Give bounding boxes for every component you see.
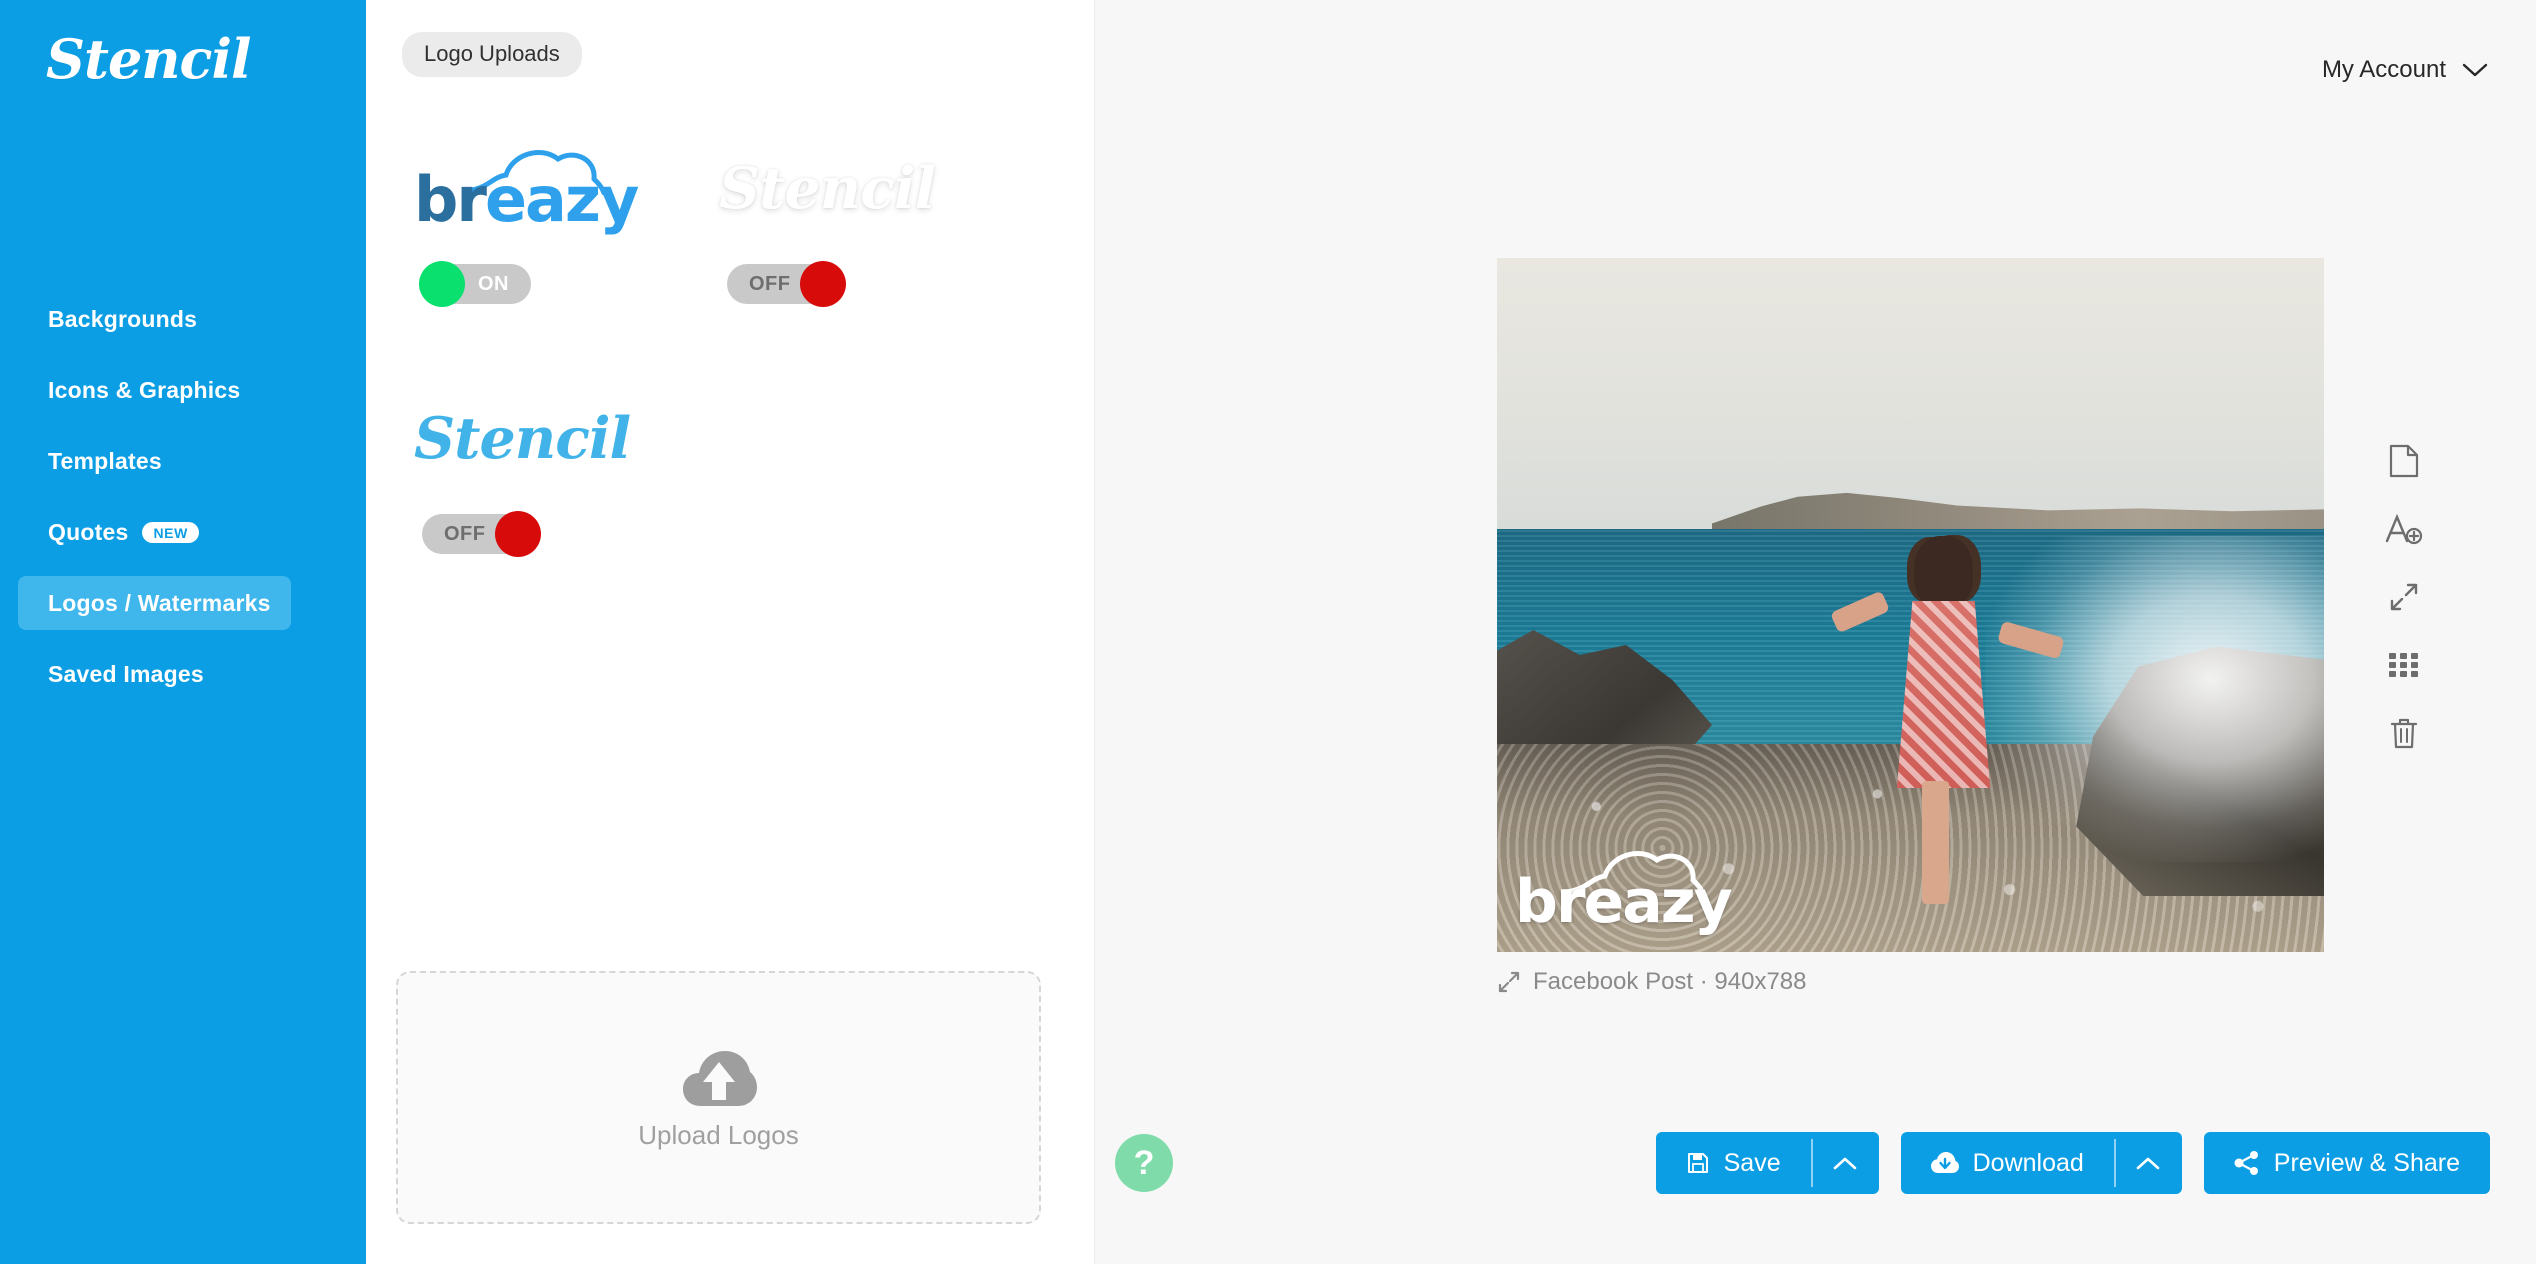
breazy-wordmark: breazy	[414, 163, 639, 236]
tool-rail	[2381, 438, 2427, 756]
floppy-icon	[1686, 1151, 1710, 1175]
toggle-state-label: OFF	[444, 523, 486, 545]
main-canvas-area: My Account breazy Facebook Post · 940x78…	[1095, 0, 2536, 1264]
sidebar-item-label: Saved Images	[48, 660, 204, 687]
upload-logos-label: Upload Logos	[638, 1119, 799, 1150]
new-badge: NEW	[142, 521, 199, 543]
my-account-label: My Account	[2321, 56, 2446, 83]
new-page-icon[interactable]	[2381, 438, 2427, 484]
logo-item-stencil-blue: Stencil OFF	[402, 378, 707, 557]
preview-share-button[interactable]: Preview & Share	[2203, 1132, 2490, 1194]
stencil-wordmark-white: Stencil	[719, 154, 936, 222]
design-canvas[interactable]: breazy	[1497, 258, 2324, 952]
photo-woman-figure	[1830, 535, 2065, 904]
logo-toggle-breazy[interactable]: ON	[419, 261, 531, 307]
logo-thumbnail-breazy[interactable]: breazy	[402, 128, 707, 248]
toggle-knob	[419, 261, 465, 307]
figure-hair	[1914, 535, 1973, 608]
action-bar: Save Download Preview & Share	[1655, 1132, 2490, 1194]
logo-toggle-stencil-white[interactable]: OFF	[727, 261, 846, 307]
app-logo[interactable]: Stencil	[0, 0, 366, 86]
save-options-caret[interactable]	[1810, 1132, 1879, 1194]
upload-logos-dropzone[interactable]: Upload Logos	[396, 971, 1041, 1224]
toggle-knob	[799, 261, 846, 307]
breazy-logo-mark: breazy	[414, 135, 644, 241]
logo-thumbnail-stencil-blue[interactable]: Stencil	[402, 378, 707, 498]
canvas-size-caption[interactable]: Facebook Post · 940x788	[1497, 968, 2324, 996]
app-root: Stencil Backgrounds Icons & Graphics Tem…	[0, 0, 2536, 1264]
photo-wave-splash	[1984, 535, 2324, 862]
sidebar-nav: Backgrounds Icons & Graphics Templates Q…	[0, 292, 366, 701]
cloud-download-icon	[1930, 1152, 1959, 1174]
logo-toggle-stencil-blue[interactable]: OFF	[422, 511, 541, 557]
sidebar: Stencil Backgrounds Icons & Graphics Tem…	[0, 0, 366, 1264]
download-button[interactable]: Download	[1900, 1132, 2114, 1194]
grid-icon[interactable]	[2381, 642, 2427, 688]
logo-thumbnail-stencil-white[interactable]: Stencil	[707, 128, 1012, 248]
sidebar-item-label: Quotes	[48, 518, 129, 545]
chevron-up-icon	[2136, 1156, 2160, 1171]
download-options-caret[interactable]	[2113, 1132, 2182, 1194]
logo-item-breazy: breazy ON	[402, 128, 707, 307]
sidebar-item-label: Templates	[48, 447, 162, 474]
canvas-wrapper: breazy Facebook Post · 940x788	[1497, 258, 2324, 996]
figure-legs	[1922, 780, 1949, 904]
photo-sky	[1497, 258, 2324, 529]
save-button-group: Save	[1655, 1132, 1879, 1194]
figure-dress	[1896, 600, 1991, 789]
help-button[interactable]: ?	[1115, 1134, 1173, 1192]
chevron-down-icon	[2462, 62, 2488, 78]
logo-row: breazy ON Stencil OFF	[402, 128, 1064, 307]
trash-icon[interactable]	[2381, 710, 2427, 756]
sidebar-item-label: Logos / Watermarks	[48, 589, 271, 616]
toggle-knob	[494, 511, 541, 557]
logo-grid: breazy ON Stencil OFF Stencil OFF	[402, 128, 1064, 557]
sidebar-item-saved-images[interactable]: Saved Images	[18, 647, 224, 701]
canvas-size-label: Facebook Post · 940x788	[1533, 968, 1807, 995]
preview-share-label: Preview & Share	[2273, 1148, 2460, 1177]
sidebar-item-label: Icons & Graphics	[48, 376, 241, 403]
save-button[interactable]: Save	[1655, 1132, 1811, 1194]
sidebar-item-templates[interactable]: Templates	[18, 434, 182, 488]
sidebar-item-label: Backgrounds	[48, 305, 198, 332]
my-account-menu[interactable]: My Account	[2322, 56, 2488, 84]
toggle-state-label: ON	[478, 273, 509, 295]
logo-row: Stencil OFF	[402, 378, 1064, 557]
toggle-state-label: OFF	[749, 273, 791, 295]
sidebar-item-icons-graphics[interactable]: Icons & Graphics	[18, 363, 260, 417]
add-text-icon[interactable]	[2381, 506, 2427, 552]
stencil-wordmark-blue: Stencil	[414, 404, 631, 472]
logo-item-stencil-white: Stencil OFF	[707, 128, 1012, 307]
canvas-watermark-breazy[interactable]: breazy	[1515, 840, 1745, 942]
download-button-label: Download	[1972, 1148, 2084, 1177]
sidebar-item-backgrounds[interactable]: Backgrounds	[18, 292, 217, 346]
resize-icon[interactable]	[2381, 574, 2427, 620]
chevron-up-icon	[1833, 1156, 1857, 1171]
cloud-upload-icon	[681, 1048, 757, 1110]
sidebar-item-logos-watermarks[interactable]: Logos / Watermarks	[18, 576, 291, 630]
logo-panel: Logo Uploads breazy ON Stencil OFF Stenc…	[366, 0, 1095, 1264]
breazy-wordmark: breazy	[1515, 867, 1733, 937]
download-button-group: Download	[1900, 1132, 2182, 1194]
tab-logo-uploads[interactable]: Logo Uploads	[402, 32, 582, 77]
resize-icon	[1497, 970, 1521, 994]
share-icon	[2234, 1151, 2260, 1175]
save-button-label: Save	[1723, 1148, 1781, 1177]
sidebar-item-quotes[interactable]: Quotes NEW	[18, 505, 219, 559]
